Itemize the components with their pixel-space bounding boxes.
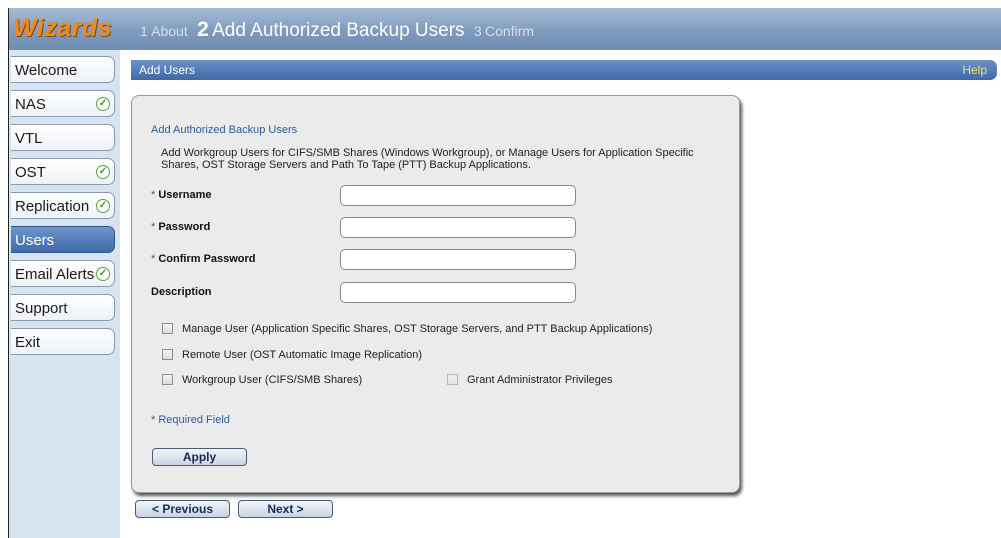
remote-user-checkbox[interactable] [162, 349, 173, 360]
sidebar-item-label: OST [15, 164, 46, 181]
step-2-number: 2 [197, 18, 209, 41]
description-field[interactable] [340, 282, 576, 303]
check-circle-icon: ✓ [96, 199, 110, 213]
next-button[interactable]: Next > [238, 500, 333, 518]
sidebar-item-ost[interactable]: OST ✓ [11, 158, 115, 185]
page-title: Add Users [139, 63, 196, 77]
username-label-text: Username [158, 189, 212, 201]
sidebar: Welcome NAS ✓ VTL OST ✓ Replication ✓ Us… [9, 50, 120, 538]
sidebar-item-vtl[interactable]: VTL [11, 124, 115, 151]
sidebar-item-label: Users [15, 232, 55, 249]
manage-user-checkbox[interactable] [162, 323, 173, 334]
sidebar-item-nas[interactable]: NAS ✓ [11, 90, 115, 117]
sidebar-item-email-alerts[interactable]: Email Alerts ✓ [11, 260, 115, 287]
help-link[interactable]: Help [962, 63, 987, 77]
description-label: Description [151, 286, 212, 298]
form-description: Add Workgroup Users for CIFS/SMB Shares … [161, 147, 694, 171]
wizard-steps: 1 About 2 Add Authorized Backup Users 3 … [140, 18, 540, 42]
username-label: * Username [151, 189, 212, 201]
sidebar-item-exit[interactable]: Exit [11, 328, 115, 355]
password-label-text: Password [158, 221, 211, 233]
sidebar-item-label: Exit [15, 334, 41, 351]
sidebar-item-label: Email Alerts [15, 266, 95, 283]
section-title-bar: Add Users Help [131, 60, 997, 80]
confirm-password-label: * Confirm Password [151, 253, 256, 265]
required-field-note: * Required Field [151, 414, 230, 426]
confirm-password-label-text: Confirm Password [158, 253, 256, 265]
required-marker: * [151, 221, 156, 233]
wizard-header: Wizards 1 About 2 Add Authorized Backup … [9, 8, 1001, 50]
grant-admin-privileges-checkbox[interactable] [447, 374, 458, 385]
manage-user-label: Manage User (Application Specific Shares… [182, 323, 653, 335]
sidebar-item-label: Welcome [15, 62, 78, 79]
sidebar-item-users[interactable]: Users [11, 226, 115, 253]
step-3-number: 3 [473, 23, 482, 39]
form-section-title: Add Authorized Backup Users [151, 124, 298, 136]
grant-admin-privileges-label: Grant Administrator Privileges [467, 374, 613, 386]
sidebar-item-label: VTL [15, 130, 43, 147]
sidebar-item-welcome[interactable]: Welcome [11, 56, 115, 83]
add-users-panel: Add Authorized Backup Users Add Workgrou… [131, 95, 740, 493]
wizards-logo: Wizards [13, 14, 113, 42]
confirm-password-field[interactable] [340, 249, 576, 270]
step-1-label: About [151, 23, 188, 39]
check-circle-icon: ✓ [96, 165, 110, 179]
required-marker: * [151, 253, 156, 265]
sidebar-item-replication[interactable]: Replication ✓ [11, 192, 115, 219]
step-3-label: Confirm [485, 23, 535, 39]
username-field[interactable] [340, 185, 576, 206]
step-2-label: Add Authorized Backup Users [212, 20, 465, 41]
sidebar-item-support[interactable]: Support [11, 294, 115, 321]
required-marker: * [151, 189, 156, 201]
previous-button[interactable]: < Previous [135, 500, 230, 518]
workgroup-user-checkbox[interactable] [162, 374, 173, 385]
step-1-number: 1 [140, 23, 148, 39]
check-circle-icon: ✓ [96, 97, 110, 111]
sidebar-item-label: Replication [15, 198, 90, 215]
password-label: * Password [151, 221, 210, 233]
sidebar-item-label: NAS [15, 96, 46, 113]
remote-user-label: Remote User (OST Automatic Image Replica… [182, 349, 423, 361]
apply-button[interactable]: Apply [152, 448, 247, 466]
workgroup-user-label: Workgroup User (CIFS/SMB Shares) [182, 374, 363, 386]
sidebar-item-label: Support [15, 300, 68, 317]
password-field[interactable] [340, 217, 576, 238]
wizard-frame: Wizards 1 About 2 Add Authorized Backup … [8, 8, 1001, 538]
check-circle-icon: ✓ [96, 267, 110, 281]
